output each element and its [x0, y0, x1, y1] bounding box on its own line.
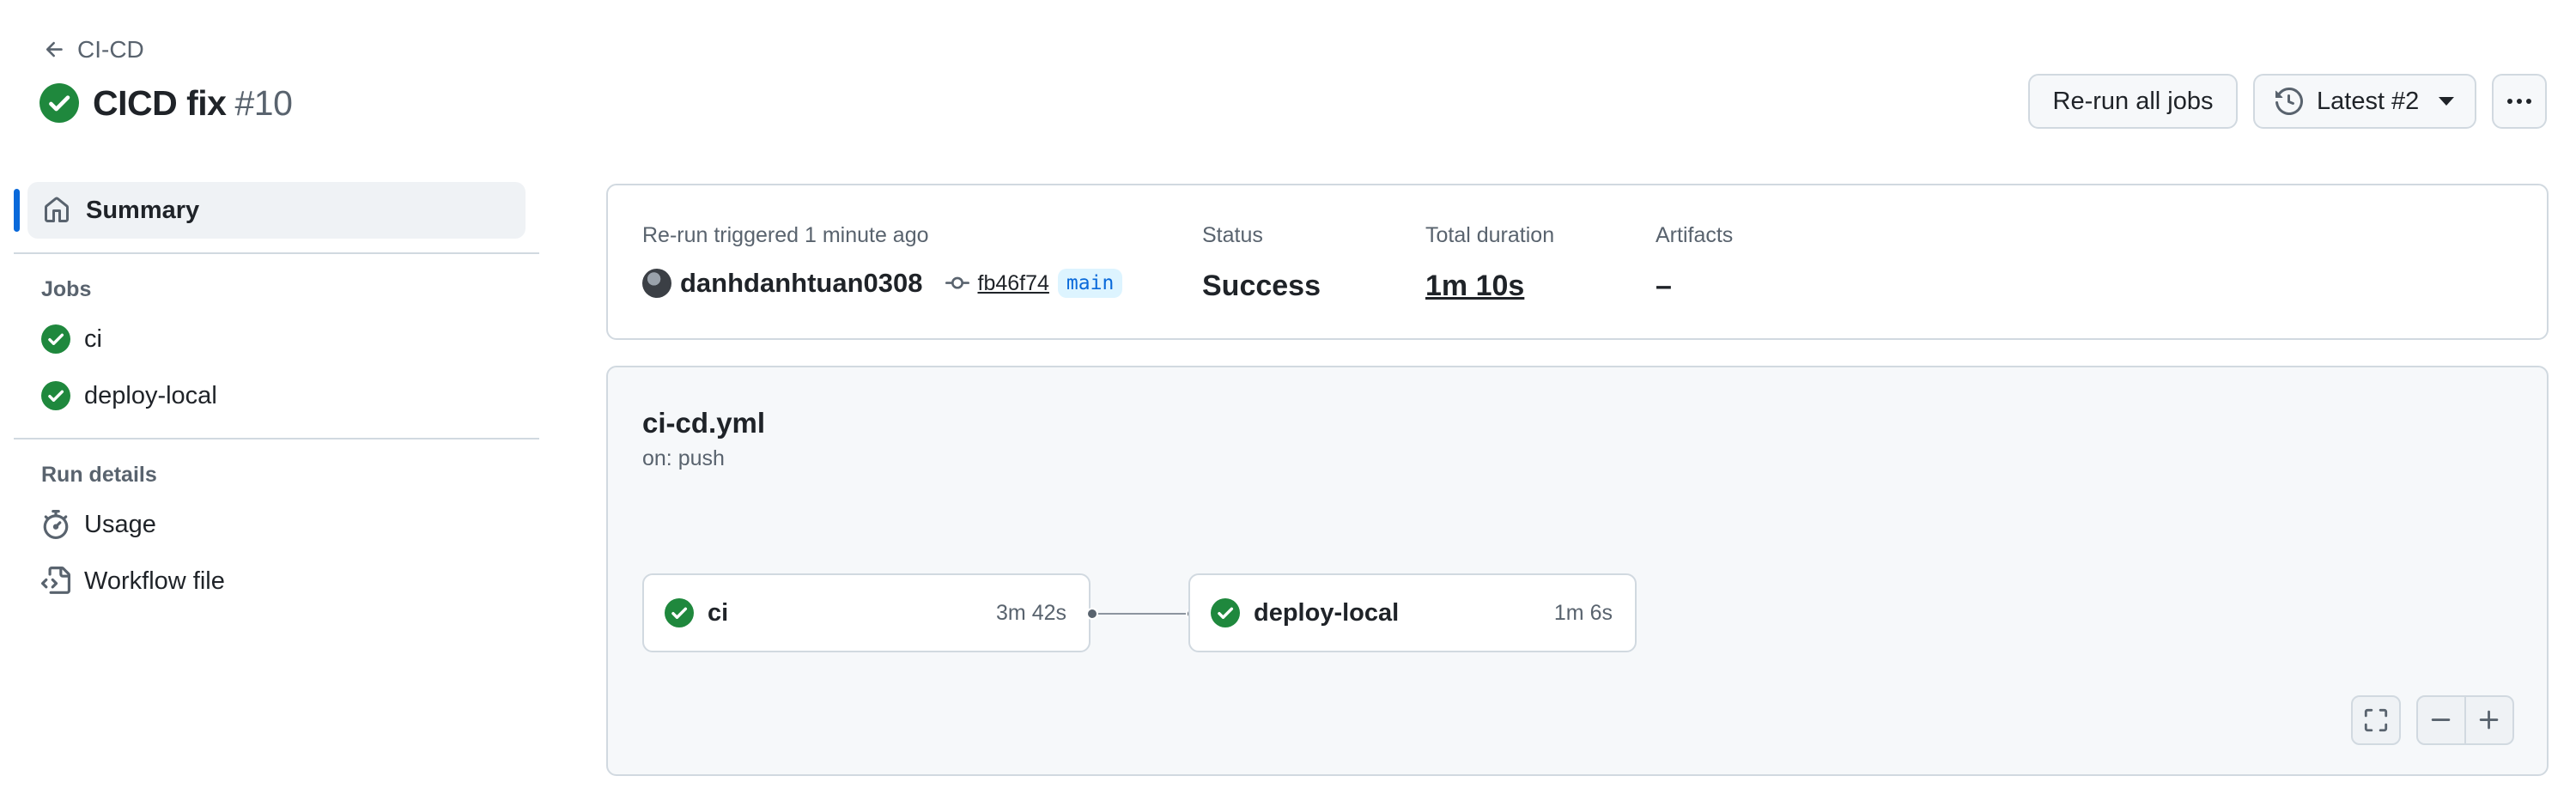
- check-circle-icon: [39, 83, 79, 123]
- workflow-graph-card: ci-cd.yml on: push ci 3m 42s deploy-loca…: [606, 366, 2549, 776]
- trigger-field: Re-run triggered 1 minute ago danhdanhtu…: [642, 223, 1123, 300]
- avatar[interactable]: [642, 269, 671, 298]
- page-title: CICD fix #10: [93, 82, 293, 124]
- sidebar-item-workflow-file[interactable]: Workflow file: [41, 553, 539, 609]
- jobs-heading: Jobs: [41, 276, 92, 301]
- fullscreen-control: [2351, 695, 2401, 745]
- duration-label: Total duration: [1425, 223, 1555, 247]
- run-details-heading: Run details: [41, 462, 157, 487]
- screen-full-icon: [2364, 708, 2388, 732]
- rerun-all-jobs-button[interactable]: Re-run all jobs: [2028, 74, 2238, 129]
- actor-link[interactable]: danhdanhtuan0308: [680, 268, 923, 299]
- job-connector: [1086, 608, 1198, 620]
- back-link[interactable]: CI-CD: [43, 34, 144, 65]
- more-actions-button[interactable]: [2492, 74, 2547, 129]
- sidebar-item-summary[interactable]: Summary: [14, 182, 526, 239]
- workflow-trigger: on: push: [642, 446, 725, 470]
- job-node-deploy-local[interactable]: deploy-local 1m 6s: [1188, 573, 1637, 652]
- sidebar-item-usage[interactable]: Usage: [41, 496, 539, 553]
- attempt-selector-label: Latest #2: [2317, 87, 2420, 115]
- sidebar-item-label: Workflow file: [84, 567, 225, 595]
- arrow-left-icon: [46, 41, 63, 58]
- check-circle-icon: [41, 324, 70, 354]
- artifacts-value: –: [1656, 270, 1672, 302]
- status-label: Status: [1202, 223, 1263, 247]
- sidebar-divider: [14, 438, 539, 439]
- sidebar-item-label: deploy-local: [84, 381, 217, 409]
- graph-controls: [2351, 695, 2514, 745]
- kebab-horizontal-icon: [2507, 99, 2531, 104]
- sidebar-item-job-ci[interactable]: ci: [41, 311, 539, 367]
- check-circle-icon: [41, 381, 70, 410]
- zoom-controls: [2416, 695, 2514, 745]
- zoom-out-button[interactable]: [2418, 697, 2464, 743]
- status-field: Status Success: [1202, 223, 1321, 303]
- duration-value-link[interactable]: 1m 10s: [1425, 270, 1554, 303]
- zoom-in-button[interactable]: [2466, 697, 2512, 743]
- run-summary-card: Re-run triggered 1 minute ago danhdanhtu…: [606, 184, 2549, 340]
- sidebar-item-label: Usage: [84, 510, 156, 538]
- attempt-selector-button[interactable]: Latest #2: [2253, 74, 2476, 129]
- commit-sha-link[interactable]: fb46f74: [978, 271, 1049, 296]
- file-code-icon: [41, 567, 70, 594]
- trigger-label: Re-run triggered 1 minute ago: [642, 223, 929, 247]
- sidebar-item-label: Summary: [86, 196, 200, 224]
- home-icon: [45, 197, 69, 222]
- run-title-text: CICD fix: [93, 82, 227, 123]
- sidebar-item-job-deploy-local[interactable]: deploy-local: [41, 367, 539, 424]
- artifacts-label: Artifacts: [1656, 223, 1734, 247]
- stopwatch-icon: [43, 510, 69, 539]
- branch-badge[interactable]: main: [1057, 269, 1123, 298]
- workflow-file-name: ci-cd.yml: [642, 407, 766, 439]
- sidebar-item-label: ci: [84, 324, 102, 353]
- git-commit-icon: [945, 276, 969, 289]
- run-title-row: CICD fix #10: [39, 79, 293, 127]
- check-circle-icon: [1211, 598, 1240, 627]
- status-value: Success: [1202, 270, 1321, 302]
- job-name: ci: [708, 598, 729, 627]
- header-actions: Re-run all jobs Latest #2: [2028, 74, 2547, 129]
- job-name: deploy-local: [1254, 598, 1400, 627]
- sidebar: Summary Jobs ci deploy-local Run details…: [14, 182, 539, 609]
- sidebar-divider: [14, 252, 539, 254]
- job-node-ci[interactable]: ci 3m 42s: [642, 573, 1091, 652]
- history-icon: [2275, 88, 2303, 115]
- run-number: #10: [234, 82, 293, 123]
- job-duration: 3m 42s: [996, 600, 1066, 625]
- back-link-label: CI-CD: [77, 36, 144, 63]
- trigger-details: danhdanhtuan0308 fb46f74 main: [642, 266, 1123, 300]
- check-circle-icon: [665, 598, 694, 627]
- caret-down-icon: [2439, 97, 2454, 106]
- fullscreen-button[interactable]: [2353, 697, 2399, 743]
- minus-icon: [2431, 718, 2451, 721]
- plus-icon: [2479, 710, 2499, 730]
- duration-field: Total duration 1m 10s: [1425, 223, 1554, 303]
- job-duration: 1m 6s: [1553, 600, 1613, 625]
- artifacts-field: Artifacts –: [1656, 223, 1733, 303]
